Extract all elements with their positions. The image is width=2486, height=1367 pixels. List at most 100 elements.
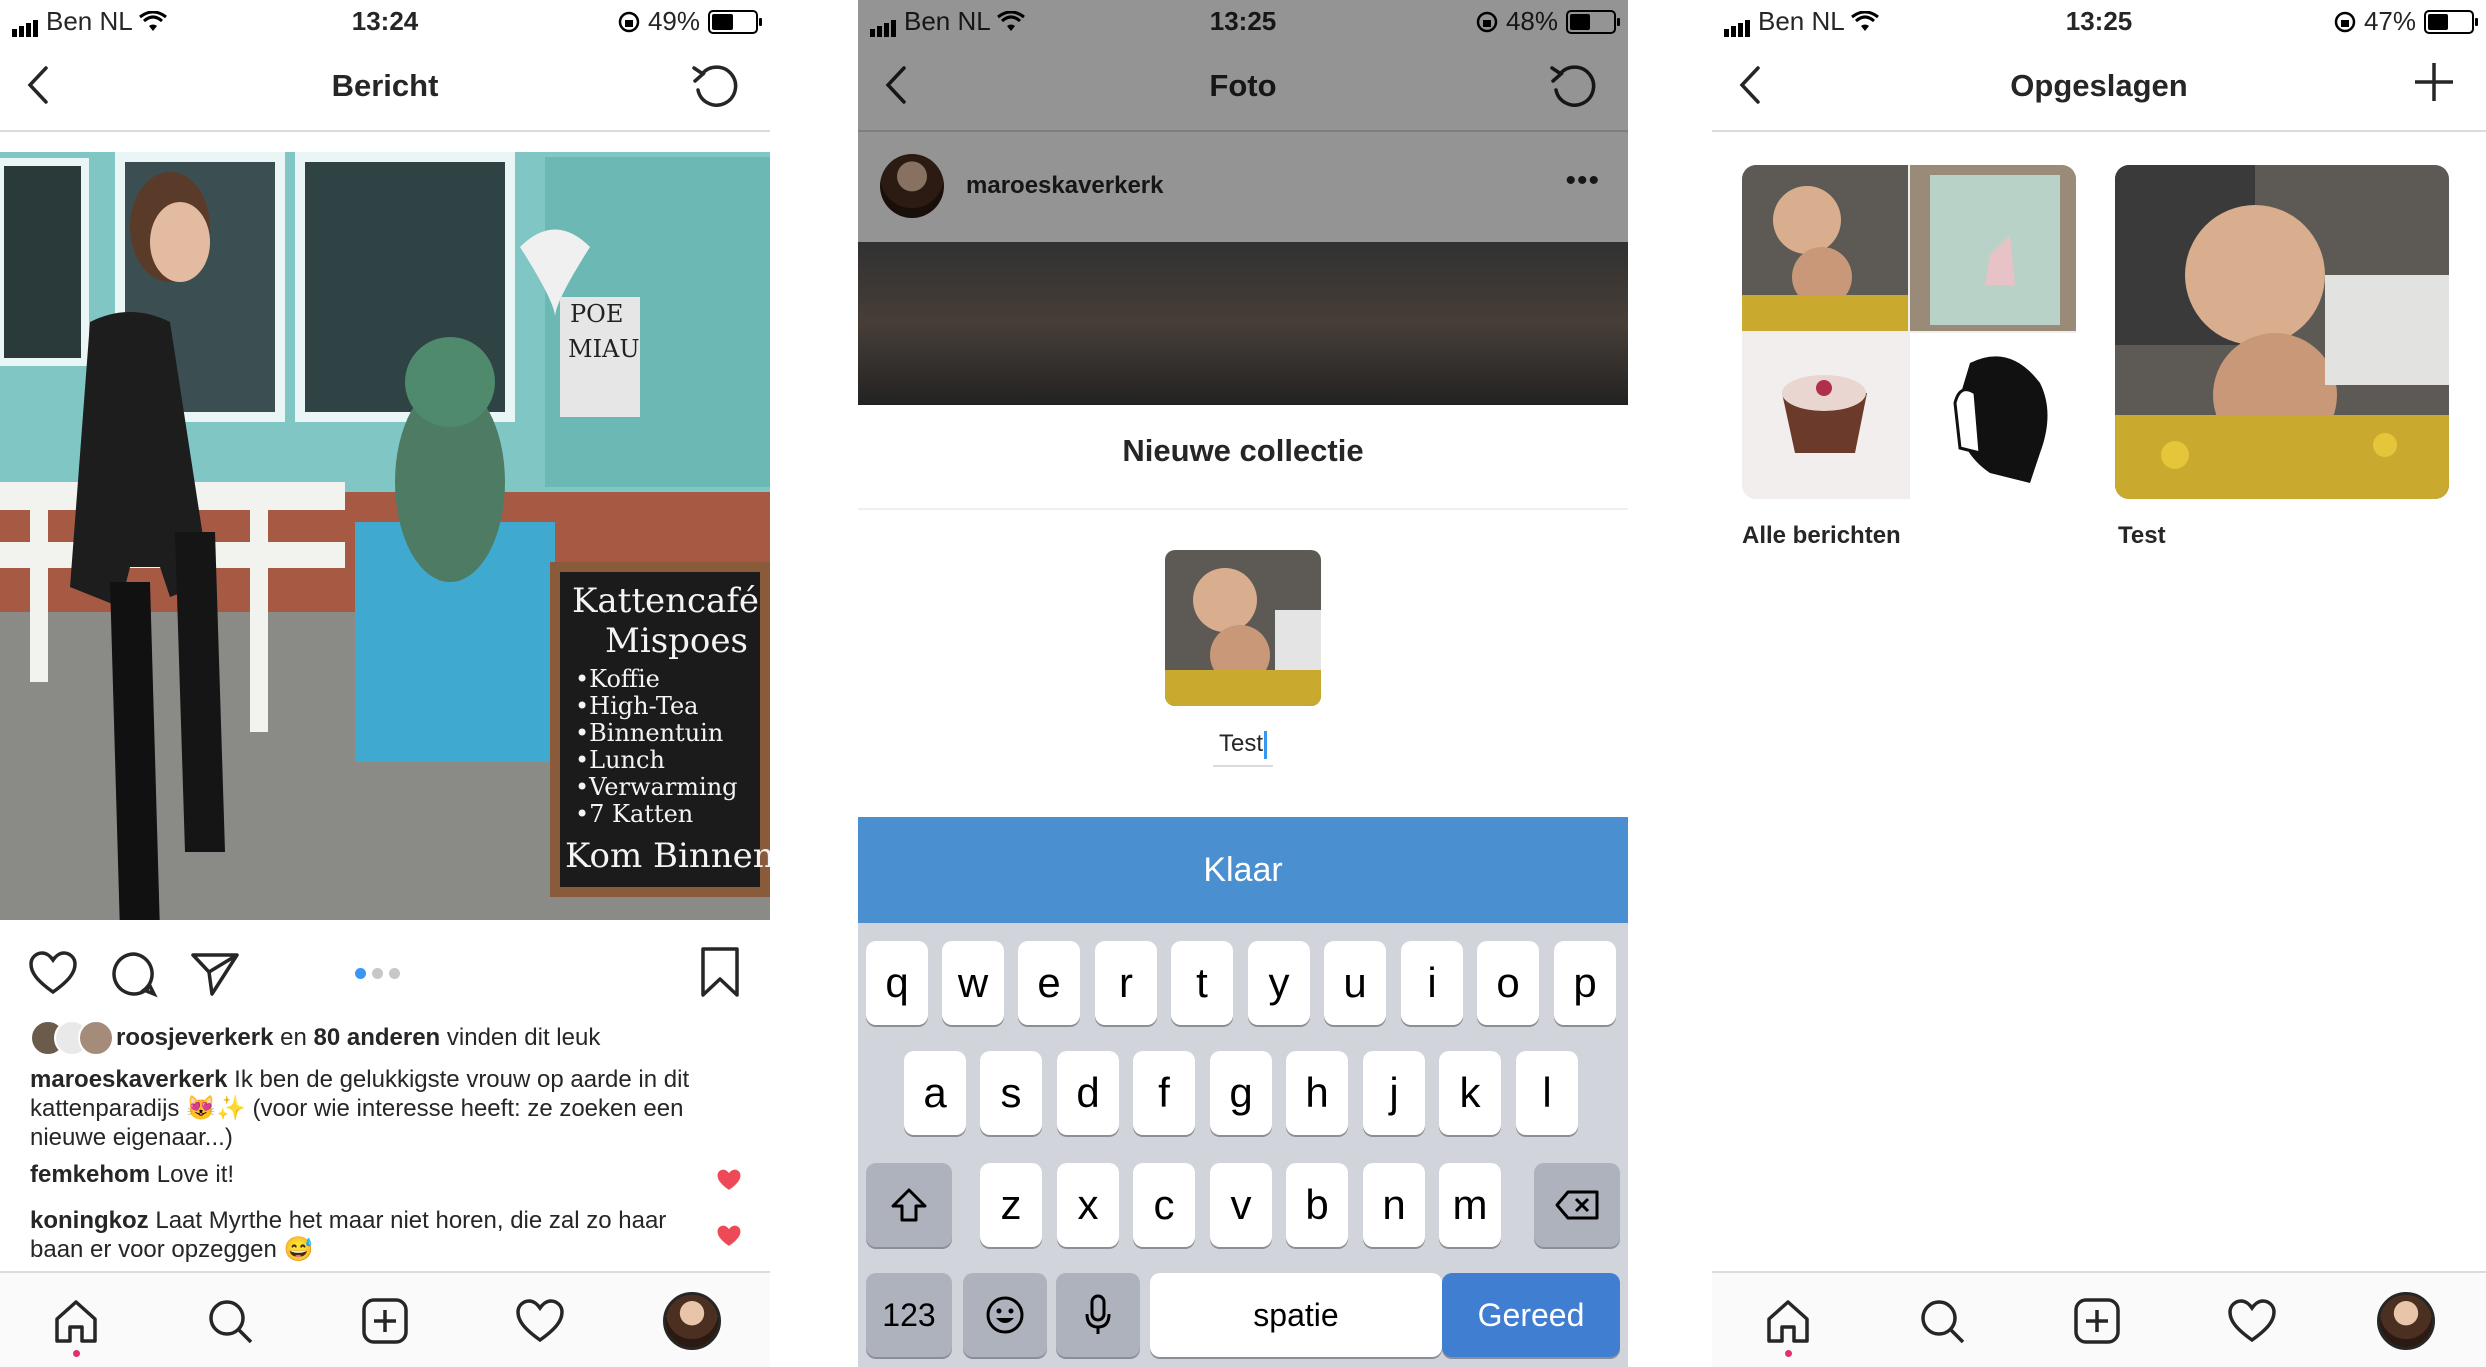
sign-line: •High-Tea (575, 692, 699, 720)
collection-thumbnail (1742, 165, 1908, 331)
key[interactable]: w (942, 941, 1004, 1025)
sign-line: Kattencafé (572, 581, 759, 621)
share-icon[interactable] (190, 950, 240, 998)
post-photo[interactable]: POE MIAU Kattencafé Mispoes •Koffie •Hig… (0, 152, 770, 920)
heart-icon[interactable] (28, 950, 78, 996)
key[interactable]: g (1210, 1051, 1272, 1135)
collection-test[interactable] (2115, 165, 2449, 499)
notification-dot (1785, 1350, 1792, 1357)
collection-name[interactable]: Alle berichten (1742, 522, 1901, 550)
key[interactable]: b (1286, 1163, 1348, 1247)
likes-connector: en (273, 1024, 314, 1051)
rotation-lock-icon (2334, 11, 2356, 32)
backspace-key[interactable] (1534, 1163, 1620, 1247)
plus-icon[interactable] (2412, 60, 2456, 104)
key[interactable]: v (1210, 1163, 1272, 1247)
tab-home[interactable] (46, 1291, 106, 1357)
liked-heart-icon[interactable] (716, 1168, 742, 1192)
numbers-key[interactable]: 123 (866, 1273, 952, 1357)
space-key[interactable]: spatie (1150, 1273, 1442, 1357)
comment-icon[interactable] (110, 950, 158, 998)
status-bar: Ben NL 13:24 49% (0, 0, 770, 42)
done-button[interactable]: Klaar (858, 817, 1628, 923)
key[interactable]: m (1439, 1163, 1501, 1247)
key[interactable]: p (1554, 941, 1616, 1025)
tab-search[interactable] (200, 1291, 260, 1351)
collection-name[interactable]: Test (2118, 522, 2166, 550)
tab-profile[interactable] (662, 1291, 722, 1351)
key[interactable]: q (866, 941, 928, 1025)
refresh-icon[interactable] (690, 60, 740, 110)
modal-overlay[interactable] (858, 0, 1628, 405)
search-icon (1921, 1300, 1965, 1344)
key[interactable]: d (1057, 1051, 1119, 1135)
key[interactable]: o (1477, 941, 1539, 1025)
status-bar: Ben NL 13:25 47% (1712, 0, 2486, 42)
tab-profile[interactable] (2376, 1291, 2436, 1351)
key[interactable]: j (1363, 1051, 1425, 1135)
likes-count[interactable]: 80 anderen (313, 1024, 440, 1052)
key[interactable]: s (980, 1051, 1042, 1135)
comment-username[interactable]: femkehom (30, 1161, 150, 1188)
key[interactable]: c (1133, 1163, 1195, 1247)
window-sign-line: MIAU (568, 335, 640, 363)
sign-line: •7 Katten (575, 800, 693, 828)
comment-text: Love it! (150, 1161, 235, 1188)
dictation-key[interactable] (1056, 1273, 1140, 1357)
key[interactable]: t (1171, 941, 1233, 1025)
comment-username[interactable]: koningkoz (30, 1207, 149, 1234)
sign-line: Kom Binnen! (565, 836, 770, 876)
tab-activity[interactable] (510, 1291, 570, 1351)
key[interactable]: a (904, 1051, 966, 1135)
return-key[interactable]: Gereed (1442, 1273, 1620, 1357)
search-icon (209, 1300, 253, 1344)
sign-line: •Verwarming (575, 773, 738, 801)
heart-icon (516, 1299, 564, 1343)
profile-avatar (663, 1292, 721, 1350)
shift-key[interactable] (866, 1163, 952, 1247)
collection-thumbnail (1910, 165, 2076, 331)
tab-activity[interactable] (2222, 1291, 2282, 1351)
shift-icon (891, 1188, 927, 1222)
nav-bar: Opgeslagen (1712, 42, 2486, 132)
key[interactable]: e (1018, 941, 1080, 1025)
window-sign-line: POE (570, 300, 623, 328)
key[interactable]: x (1057, 1163, 1119, 1247)
tab-search[interactable] (1912, 1291, 1972, 1351)
post-actions (0, 930, 770, 1010)
key[interactable]: r (1095, 941, 1157, 1025)
backspace-icon (1555, 1190, 1599, 1220)
tab-bar (0, 1271, 770, 1367)
liker-username[interactable]: roosjeverkerk (116, 1024, 273, 1052)
collection-thumbnail (1910, 333, 2076, 499)
key[interactable]: z (980, 1163, 1042, 1247)
emoji-key[interactable] (963, 1273, 1047, 1357)
carousel-dot (389, 968, 400, 979)
tab-new-post[interactable] (355, 1291, 415, 1351)
tab-home[interactable] (1758, 1291, 1818, 1357)
caption-username[interactable]: maroeskaverkerk (30, 1066, 228, 1093)
liked-heart-icon[interactable] (716, 1224, 742, 1248)
key[interactable]: k (1439, 1051, 1501, 1135)
text-cursor (1264, 730, 1267, 759)
sign-line: •Koffie (575, 665, 660, 693)
key[interactable]: l (1516, 1051, 1578, 1135)
collection-thumbnail (2115, 165, 2449, 499)
key[interactable]: y (1248, 941, 1310, 1025)
key[interactable]: f (1133, 1051, 1195, 1135)
liker-avatars (30, 1020, 114, 1056)
profile-avatar (2377, 1292, 2435, 1350)
collection-all-posts[interactable] (1742, 165, 2076, 499)
key[interactable]: i (1401, 941, 1463, 1025)
collection-name-input[interactable]: Test (1213, 730, 1273, 767)
carousel-dot (355, 968, 366, 979)
key[interactable]: h (1286, 1051, 1348, 1135)
home-icon (1767, 1300, 1809, 1343)
keyboard: q w e r t y u i o p a s d f g h j k l z … (858, 923, 1628, 1367)
tab-new-post[interactable] (2067, 1291, 2127, 1351)
bookmark-icon[interactable] (700, 946, 740, 998)
emoji-icon (986, 1296, 1024, 1334)
key[interactable]: n (1363, 1163, 1425, 1247)
key[interactable]: u (1324, 941, 1386, 1025)
new-collection-screen: Ben NL 13:25 48% Foto maroeskaverkerk ••… (858, 0, 1628, 1367)
